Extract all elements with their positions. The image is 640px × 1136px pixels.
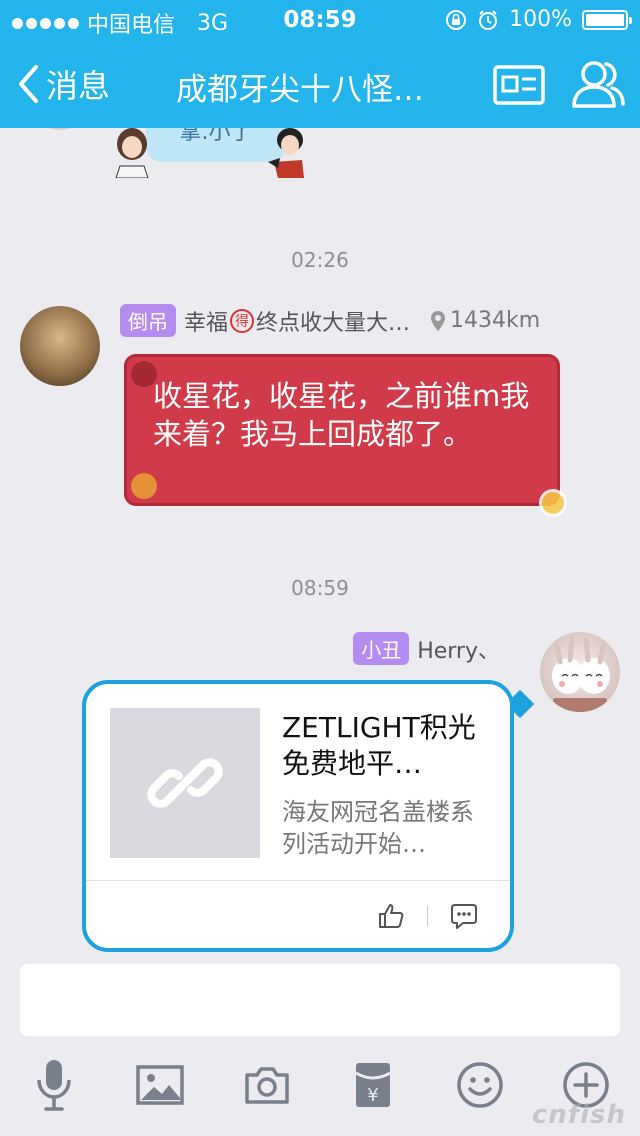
back-button[interactable]: 消息 (16, 60, 110, 108)
image-button[interactable] (133, 1058, 187, 1112)
red-packet-button[interactable]: ¥ (346, 1058, 400, 1112)
image-icon (136, 1065, 184, 1105)
timestamp: 02:26 (291, 248, 349, 272)
emoji-button[interactable] (453, 1058, 507, 1112)
link-share-card[interactable]: ZETLIGHT积光免费地平… 海友网冠名盖楼系列活动开始… (82, 680, 514, 952)
back-label: 消息 (46, 67, 111, 105)
medal-badge: 得 (230, 308, 255, 333)
divider (86, 880, 510, 881)
red-packet-glyph: ¥ (367, 1085, 378, 1106)
voice-button[interactable] (27, 1058, 81, 1112)
camera-icon (245, 1067, 289, 1104)
decoration-icon (131, 473, 157, 499)
sender-info: 小丑 Herry、 (353, 632, 500, 665)
microphone-icon (37, 1060, 71, 1111)
watermark: cnfish (531, 1100, 626, 1130)
status-right: 100% (445, 7, 632, 32)
location-info: 1434km (430, 308, 540, 333)
sender-name-suffix[interactable]: 终点收大量大… (256, 305, 410, 337)
link-thumbnail (110, 708, 260, 858)
page-title: 成都牙尖十八怪… (176, 72, 424, 108)
timestamp: 08:59 (291, 576, 349, 600)
location-distance: 1434km (450, 308, 541, 333)
emoji-icon (457, 1062, 503, 1108)
member-title-badge: 倒吊 (120, 304, 176, 337)
avatar[interactable] (20, 306, 100, 386)
red-packet-icon: ¥ (355, 1063, 391, 1107)
chevron-left-icon (19, 65, 38, 103)
thumbs-up-icon[interactable] (377, 902, 405, 930)
rotation-lock-icon (446, 9, 467, 30)
group-members-icon (572, 61, 625, 108)
divider (427, 906, 428, 926)
location-pin-icon (431, 310, 446, 331)
nav-bar: 消息 成都牙尖十八怪… (0, 40, 640, 128)
message-text: 收星花，收星花，之前谁m我来着？我马上回成都了。 (153, 379, 530, 451)
decoration-icon (131, 361, 157, 387)
group-members-button[interactable] (570, 58, 626, 110)
sticker-text: 掌.小了 (146, 128, 286, 162)
header: 中国电信 3G 08:59 100% 消息 成都牙尖十八怪… (0, 0, 640, 128)
group-card-button[interactable] (492, 64, 546, 106)
cartoon-girl-icon (115, 128, 149, 178)
link-description: 海友网冠名盖楼系列活动开始… (282, 798, 474, 858)
group-card-icon (493, 65, 545, 105)
avatar[interactable] (40, 128, 80, 130)
sticker-message[interactable]: 掌.小了 (108, 128, 308, 188)
link-icon (147, 758, 223, 808)
bunny-avatar-icon (550, 635, 610, 712)
status-bar: 中国电信 3G 08:59 100% (0, 0, 640, 40)
sender-info: 倒吊 幸福 得 终点收大量大… 1434km (120, 304, 540, 337)
alarm-icon (479, 9, 498, 30)
avatar[interactable] (540, 632, 620, 712)
sender-name[interactable]: 幸福 (184, 305, 228, 337)
camera-button[interactable] (240, 1058, 294, 1112)
cartoon-boy-icon (268, 128, 304, 178)
sender-name[interactable]: Herry、 (417, 633, 500, 665)
battery-percent: 100% (509, 7, 572, 32)
message-bubble[interactable]: 收星花，收星花，之前谁m我来着？我马上回成都了。 (124, 354, 567, 517)
star-badge-icon (539, 489, 567, 517)
comment-icon[interactable] (450, 902, 478, 930)
link-actions (377, 902, 478, 930)
member-title-badge: 小丑 (353, 632, 410, 665)
chat-area[interactable]: 掌.小了 02:26 倒吊 幸福 得 终点收大量大… 1434km 收星花，收星… (0, 128, 640, 962)
link-title: ZETLIGHT积光免费地平… (282, 711, 476, 780)
battery-icon (582, 9, 632, 30)
message-input[interactable] (20, 964, 620, 1036)
input-area: ¥ cnfish (0, 962, 640, 1136)
